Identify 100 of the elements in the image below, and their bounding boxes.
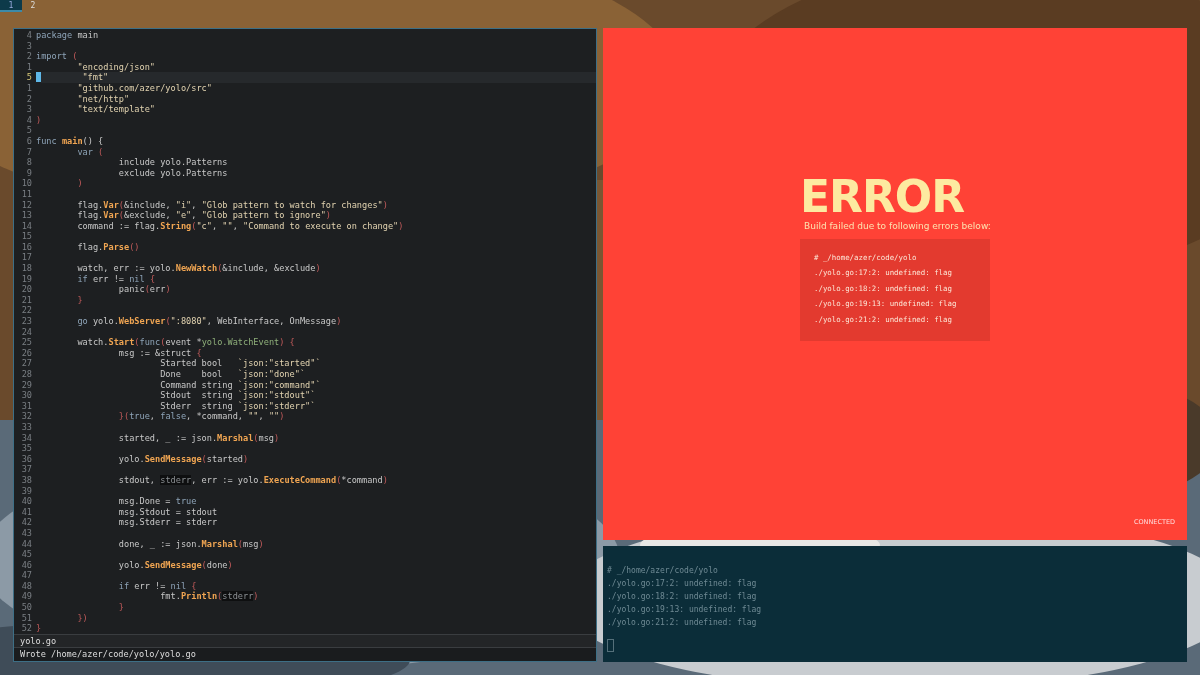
code-line: started, _ := json.Marshal(msg): [117, 432, 281, 444]
code-line: exclude yolo.Patterns: [117, 167, 229, 179]
line-number: 22: [20, 305, 33, 317]
line-number: 32: [20, 411, 33, 422]
line-number: 52: [20, 623, 33, 634]
line-number: 3: [25, 40, 33, 52]
code-line: "encoding/json": [76, 61, 156, 73]
line-number: 4: [25, 30, 33, 41]
line-number: 37: [20, 464, 33, 475]
line-number: 12: [20, 199, 33, 211]
workspace-tab[interactable]: 1: [0, 0, 22, 12]
code-line: watch.Start(func(event *yolo.WatchEvent) {: [76, 337, 296, 348]
line-number: 6: [25, 135, 33, 147]
terminal-line: ./yolo.go:21:2: undefined: flag: [607, 617, 758, 629]
line-number: 17: [20, 252, 33, 264]
code-line: package main: [36, 30, 100, 41]
code-line: }: [117, 602, 125, 613]
line-number: 50: [20, 602, 33, 613]
code-line: if err != nil {: [117, 580, 197, 592]
line-number: 5: [25, 125, 33, 136]
code-line: msg.Stdout = stdout: [117, 506, 219, 518]
code-line: flag.Var(&include, "i", "Glob pattern to watch for changes"): [76, 199, 389, 211]
line-number: 2: [25, 51, 33, 62]
line-number: 9: [25, 167, 33, 179]
code-line: command := flag.String("c", "", "Command to execute on change"): [76, 220, 405, 232]
code-line: }(true, false, *command, "", ""): [117, 411, 286, 422]
code-line: yolo.SendMessage(done): [117, 559, 234, 571]
code-line: fmt.Println(stderr): [159, 591, 260, 603]
code-line: flag.Parse(): [76, 241, 141, 253]
code-line: var (: [76, 146, 105, 158]
line-number: 49: [20, 591, 33, 603]
line-number: 7: [25, 146, 33, 158]
code-line: ): [76, 178, 84, 189]
code-line: Command string `json:"command"`: [159, 379, 322, 391]
line-number: 24: [20, 326, 33, 338]
line-number: 21: [20, 294, 33, 306]
code-line: msg.Done = true: [117, 496, 198, 507]
code-line: if err != nil {: [76, 273, 157, 285]
terminal-line: ./yolo.go:17:2: undefined: flag: [607, 578, 758, 590]
error-title: ERROR: [800, 174, 965, 219]
workspace-tab[interactable]: 2: [22, 0, 44, 12]
code-line: panic(err): [117, 284, 172, 295]
code-line: ): [36, 114, 43, 126]
line-number: 11: [20, 188, 33, 200]
code-line: go yolo.WebServer(":8080", WebInterface, OnMessage): [76, 316, 343, 327]
code-line: "github.com/azer/yolo/src": [76, 82, 213, 94]
line-number: 47: [20, 570, 33, 581]
code-line: yolo.SendMessage(started): [117, 453, 250, 465]
line-number: 15: [20, 231, 33, 242]
line-number: 8: [25, 157, 33, 168]
code-line: watch, err := yolo.NewWatch(&include, &exclude): [76, 263, 322, 274]
line-number: 48: [20, 580, 33, 592]
line-number: 23: [20, 316, 33, 327]
code-line: done, _ := json.Marshal(msg): [117, 538, 265, 550]
line-number: 44: [20, 538, 33, 550]
code-line: msg := &struct {: [117, 347, 203, 359]
line-number: 33: [20, 421, 33, 433]
line-number: 28: [20, 369, 33, 380]
code-line: "net/http": [76, 93, 131, 105]
line-number: 1: [25, 82, 33, 94]
line-number: 2: [25, 93, 33, 105]
line-number: 45: [20, 549, 33, 560]
line-number: 3: [25, 104, 33, 115]
code-line: Stderr string `json:"stderr"`: [159, 400, 317, 412]
code-line: }: [76, 294, 84, 306]
code-line: Started bool `json:"started"`: [159, 358, 322, 369]
line-number: 43: [20, 527, 33, 539]
line-number: 13: [20, 210, 33, 221]
line-number: 18: [20, 263, 33, 274]
terminal-cursor: [607, 639, 614, 652]
line-number: 25: [20, 337, 33, 348]
line-number: 31: [20, 400, 33, 412]
line-number: 46: [20, 559, 33, 571]
terminal-line: ./yolo.go:19:13: undefined: flag: [607, 604, 763, 616]
line-number: 51: [20, 612, 33, 624]
line-number: 40: [20, 496, 33, 507]
line-number: 39: [20, 485, 33, 497]
code-line: func main() {: [36, 135, 105, 147]
line-number: 14: [20, 220, 33, 232]
line-number: 38: [20, 474, 33, 486]
code-line: Stdout string `json:"stdout"`: [159, 390, 316, 401]
line-number: 26: [20, 347, 33, 359]
terminal-line: ./yolo.go:18:2: undefined: flag: [607, 591, 758, 603]
code-line: flag.Var(&exclude, "e", "Glob pattern to ignore"): [76, 210, 332, 221]
line-number: 41: [20, 506, 33, 518]
error-subtitle: Build failed due to following errors below:: [804, 220, 991, 231]
line-number: 35: [20, 443, 33, 454]
line-number: 1: [25, 61, 33, 73]
line-number: 42: [20, 517, 33, 528]
line-number: 20: [20, 284, 33, 295]
line-number: 27: [20, 358, 33, 369]
code-line: }: [36, 623, 43, 634]
code-line: stdout, stderr, err := yolo.ExecuteCommand(*command): [117, 474, 389, 486]
line-number: 10: [20, 178, 33, 189]
line-number: 16: [20, 241, 33, 253]
code-line: Done bool `json:"done"`: [159, 369, 306, 380]
line-number: 30: [20, 390, 33, 401]
line-number: 36: [20, 453, 33, 465]
line-number: 34: [20, 432, 33, 444]
code-line: import (: [36, 51, 79, 62]
